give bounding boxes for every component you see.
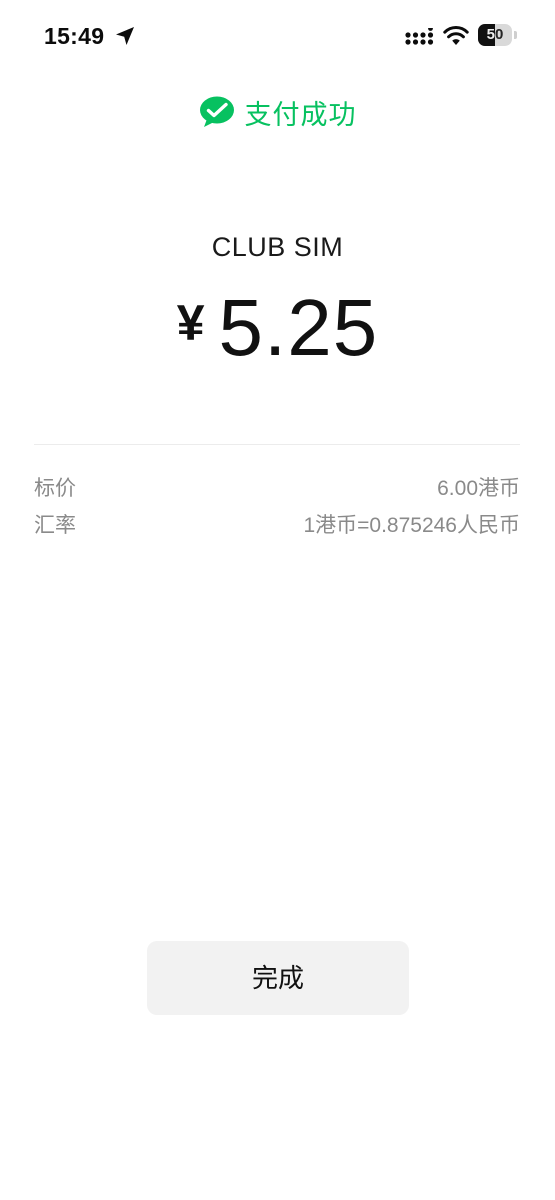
wechat-pay-icon bbox=[199, 96, 234, 127]
detail-value: 1港币=0.875246人民币 bbox=[303, 514, 520, 537]
done-button[interactable]: 完成 bbox=[147, 941, 409, 1015]
amount-display: ¥ 5.25 bbox=[0, 282, 555, 374]
battery-level: 50 bbox=[486, 26, 504, 43]
location-arrow-icon bbox=[116, 27, 134, 45]
payment-success-header: 支付成功 bbox=[0, 94, 555, 131]
detail-value: 6.00港币 bbox=[437, 477, 520, 500]
cellular-signal-icon bbox=[405, 28, 434, 45]
wifi-icon bbox=[443, 26, 469, 45]
status-bar: 15:49 50 bbox=[0, 0, 555, 74]
merchant-name: CLUB SIM bbox=[211, 232, 344, 262]
detail-label: 汇率 bbox=[34, 514, 76, 537]
detail-row-list-price: 标价 6.00港币 bbox=[34, 471, 520, 503]
battery-icon: 50 bbox=[478, 24, 518, 48]
status-time: 15:49 bbox=[44, 23, 105, 49]
currency-symbol: ¥ bbox=[176, 295, 205, 351]
amount-value: 5.25 bbox=[218, 283, 379, 372]
payment-success-text: 支付成功 bbox=[244, 99, 357, 131]
detail-label: 标价 bbox=[34, 477, 76, 500]
divider bbox=[34, 444, 520, 445]
detail-row-exchange-rate: 汇率 1港币=0.875246人民币 bbox=[34, 508, 520, 540]
